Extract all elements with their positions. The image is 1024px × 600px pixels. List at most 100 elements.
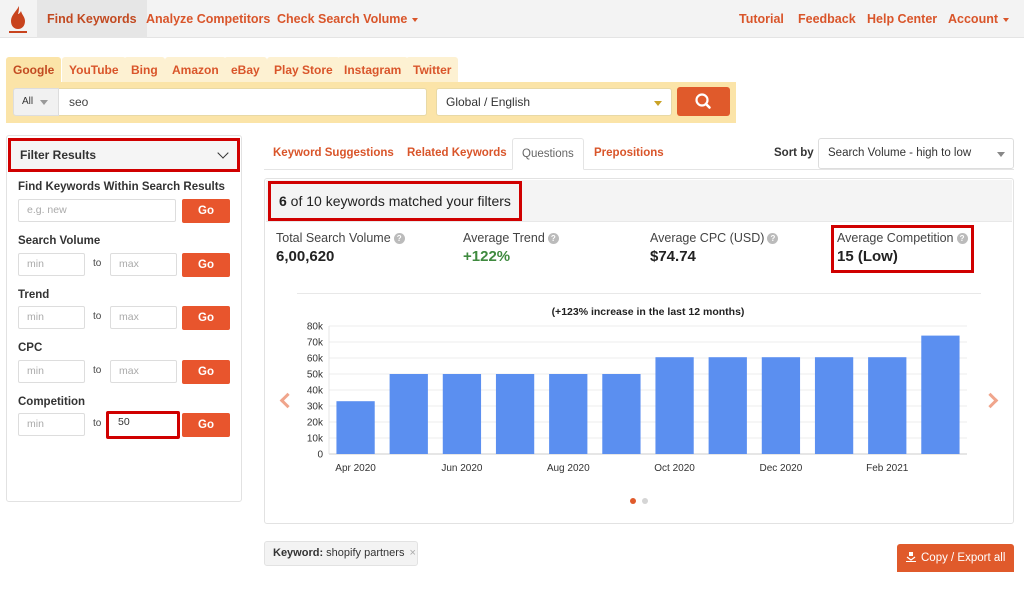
filter-results-toggle[interactable]: Filter Results bbox=[8, 138, 240, 172]
x-tick-label: Feb 2021 bbox=[866, 463, 909, 474]
engine-tab-twitter[interactable]: Twitter bbox=[406, 57, 459, 83]
y-tick-label: 50k bbox=[307, 370, 324, 381]
find-within-input[interactable]: e.g. new bbox=[18, 199, 176, 222]
stat-value: +122% bbox=[463, 248, 511, 265]
bar bbox=[495, 374, 535, 454]
results-panel: 6 of 10 keywords matched your filters To… bbox=[264, 178, 1014, 524]
nav-account[interactable]: Account bbox=[938, 0, 1019, 38]
caret-down-icon bbox=[654, 101, 662, 106]
search-button[interactable] bbox=[677, 87, 730, 116]
bar bbox=[761, 357, 801, 454]
engine-tab-play-store[interactable]: Play Store bbox=[267, 57, 340, 83]
cpc-max-input[interactable]: max bbox=[110, 360, 177, 383]
carousel-dot[interactable] bbox=[642, 498, 648, 504]
flame-logo-icon[interactable] bbox=[6, 4, 30, 34]
nav-analyze-competitors[interactable]: Analyze Competitors bbox=[136, 0, 280, 38]
engine-tab-google[interactable]: Google bbox=[6, 57, 62, 83]
to-label: to bbox=[93, 311, 102, 322]
search-mode-value: All bbox=[22, 96, 34, 107]
search-icon bbox=[695, 93, 711, 109]
search-volume-max-input[interactable]: max bbox=[110, 253, 177, 276]
nav-label: Help Center bbox=[867, 12, 938, 26]
help-icon[interactable]: ? bbox=[767, 233, 779, 244]
tab-questions[interactable]: Questions bbox=[512, 138, 584, 170]
export-icon bbox=[906, 552, 916, 562]
nav-tutorial[interactable]: Tutorial bbox=[729, 0, 794, 38]
stat-value: $74.74 bbox=[650, 248, 696, 265]
help-icon[interactable]: ? bbox=[547, 233, 559, 244]
bar bbox=[814, 357, 854, 454]
engine-tab-instagram[interactable]: Instagram bbox=[337, 57, 409, 83]
to-label: to bbox=[93, 418, 102, 429]
search-mode-select[interactable]: All bbox=[13, 88, 59, 116]
bar bbox=[442, 374, 482, 454]
stat-total-search-volume: Total Search Volume? 6,00,620 bbox=[276, 231, 405, 265]
location-select[interactable]: Global / English bbox=[436, 88, 672, 116]
sort-value: Search Volume - high to low bbox=[828, 147, 972, 159]
search-volume-bar-chart: (+123% increase in the last 12 months) 0 1… bbox=[307, 306, 967, 474]
search-volume-go-button[interactable]: Go bbox=[182, 253, 230, 277]
y-tick-label: 60k bbox=[307, 354, 324, 365]
help-icon[interactable]: ? bbox=[393, 233, 405, 244]
chip-label: Keyword: bbox=[273, 547, 324, 559]
nav-find-keywords[interactable]: Find Keywords bbox=[37, 0, 147, 38]
close-icon[interactable]: × bbox=[409, 547, 415, 559]
x-tick-label: Jun 2020 bbox=[441, 463, 483, 474]
competition-go-button[interactable]: Go bbox=[182, 413, 230, 437]
bar bbox=[602, 374, 641, 454]
divider bbox=[297, 293, 981, 294]
matched-count: 6 bbox=[279, 193, 287, 209]
engine-tab-bing[interactable]: Bing bbox=[124, 57, 165, 83]
find-within-label: Find Keywords Within Search Results bbox=[18, 181, 225, 193]
nav-label: Find Keywords bbox=[47, 12, 137, 26]
cpc-min-input[interactable]: min bbox=[18, 360, 85, 383]
top-navbar: Find Keywords Analyze Competitors Check … bbox=[0, 0, 1024, 38]
bar bbox=[655, 357, 694, 454]
y-tick-label: 0 bbox=[317, 450, 323, 461]
trend-min-input[interactable]: min bbox=[18, 306, 85, 329]
trend-max-input[interactable]: max bbox=[110, 306, 177, 329]
competition-min-input[interactable]: min bbox=[18, 413, 85, 436]
chart-title: (+123% increase in the last 12 months) bbox=[552, 306, 745, 318]
carousel-dot-active[interactable] bbox=[630, 498, 636, 504]
tab-related-keywords[interactable]: Related Keywords bbox=[407, 138, 507, 170]
caret-down-icon bbox=[412, 17, 419, 22]
stat-average-cpc: Average CPC (USD)? $74.74 bbox=[650, 231, 779, 265]
tab-keyword-suggestions[interactable]: Keyword Suggestions bbox=[273, 138, 394, 170]
bar bbox=[336, 401, 375, 454]
nav-label: Check Search Volume bbox=[277, 12, 408, 26]
competition-max-input[interactable]: 50 bbox=[106, 411, 180, 439]
stat-average-trend: Average Trend? +122% bbox=[463, 231, 559, 265]
engine-tab-youtube[interactable]: YouTube bbox=[62, 57, 126, 83]
help-icon[interactable]: ? bbox=[956, 233, 968, 244]
caret-down-icon bbox=[40, 100, 48, 105]
bar bbox=[868, 357, 907, 454]
tab-prepositions[interactable]: Prepositions bbox=[594, 138, 664, 170]
keyword-filter-chip: Keyword: shopify partners × bbox=[264, 541, 418, 566]
engine-tab-ebay[interactable]: eBay bbox=[224, 57, 267, 83]
stat-label: Total Search Volume bbox=[276, 231, 391, 245]
search-volume-min-input[interactable]: min bbox=[18, 253, 85, 276]
y-tick-label: 30k bbox=[307, 402, 324, 413]
nav-check-search-volume[interactable]: Check Search Volume bbox=[267, 0, 428, 38]
nav-feedback[interactable]: Feedback bbox=[788, 0, 866, 38]
filter-title: Filter Results bbox=[20, 148, 97, 162]
matched-bar: 6 of 10 keywords matched your filters bbox=[266, 180, 1012, 222]
cpc-go-button[interactable]: Go bbox=[182, 360, 230, 384]
copy-export-all-button[interactable]: Copy / Export all bbox=[897, 544, 1014, 588]
find-within-go-button[interactable]: Go bbox=[182, 199, 230, 223]
nav-help-center[interactable]: Help Center bbox=[857, 0, 947, 38]
keyword-input[interactable]: seo bbox=[59, 88, 427, 116]
x-tick-label: Dec 2020 bbox=[760, 463, 803, 474]
to-label: to bbox=[93, 258, 102, 269]
engine-tab-amazon[interactable]: Amazon bbox=[165, 57, 226, 83]
filter-panel: Filter Results Find Keywords Within Sear… bbox=[6, 135, 242, 502]
sort-select[interactable]: Search Volume - high to low bbox=[818, 138, 1014, 169]
y-tick-label: 80k bbox=[307, 322, 324, 333]
trend-go-button[interactable]: Go bbox=[182, 306, 230, 330]
cpc-label: CPC bbox=[18, 342, 43, 354]
export-label: Copy / Export all bbox=[921, 552, 1006, 564]
stat-label: Average Trend bbox=[463, 231, 545, 245]
sort-by-label: Sort by bbox=[774, 147, 814, 159]
stat-label: Average CPC (USD) bbox=[650, 231, 765, 245]
